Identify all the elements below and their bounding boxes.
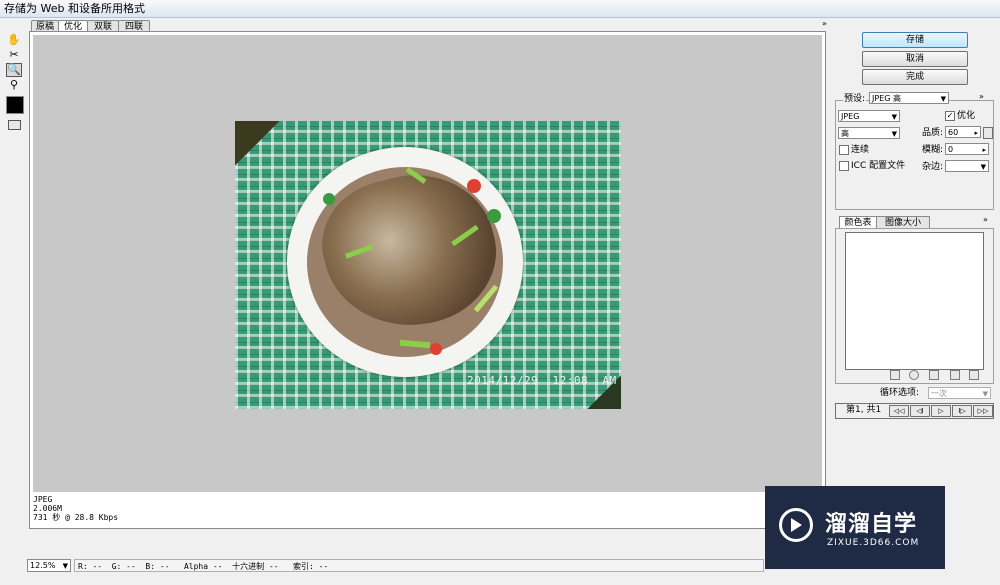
loop-options-label: 循环选项: xyxy=(880,388,920,398)
quality-input[interactable]: 60 ▸ xyxy=(945,126,981,138)
new-color-icon[interactable] xyxy=(950,370,960,380)
format-select[interactable]: JPEG ▼ xyxy=(838,110,900,122)
photo-leaf-decor xyxy=(323,193,335,205)
lock-color-icon[interactable] xyxy=(929,370,939,380)
photo-table-edge xyxy=(235,121,295,171)
matte-label: 杂边: xyxy=(922,162,944,172)
watermark-url: ZIXUE.3D66.COM xyxy=(827,538,920,548)
image-info: JPEG 2.006M 731 秒 @ 28.8 Kbps xyxy=(33,495,822,525)
chevron-down-icon: ▼ xyxy=(940,95,946,103)
preset-value: JPEG 高 xyxy=(872,94,901,103)
watermark: 溜溜自学 ZIXUE.3D66.COM xyxy=(765,486,945,569)
icc-profile-label: ICC 配置文件 xyxy=(851,161,906,171)
chevron-right-icon[interactable]: ▸ xyxy=(982,144,986,156)
frame-counter: 第1, 共1 xyxy=(846,405,882,415)
eyedropper-icon[interactable]: ⚲ xyxy=(6,78,22,92)
watermark-logo-icon xyxy=(779,508,813,542)
first-frame-button[interactable]: ◁◁ xyxy=(889,405,909,417)
prev-frame-button[interactable]: ◁I xyxy=(910,405,930,417)
matte-select[interactable]: ▼ xyxy=(945,160,989,172)
photo-tomato-decor xyxy=(467,179,481,193)
cancel-button[interactable]: 取消 xyxy=(862,51,968,67)
optimize-label: 优化 xyxy=(957,111,976,121)
chevron-down-icon: ▼ xyxy=(891,130,897,138)
optimize-checkbox-box[interactable]: ✓ xyxy=(945,110,955,121)
done-button[interactable]: 完成 xyxy=(862,69,968,85)
format-value: JPEG xyxy=(841,112,860,121)
chevron-down-icon: ▼ xyxy=(62,562,68,570)
chevron-down-icon: ▼ xyxy=(891,113,897,121)
preset-select[interactable]: JPEG 高 ▼ xyxy=(869,92,949,104)
toggle-slices-icon[interactable] xyxy=(8,120,21,130)
optimize-checkbox[interactable]: ✓ 优化 xyxy=(945,110,975,122)
chevron-right-icon[interactable]: ▸ xyxy=(974,127,978,139)
progressive-checkbox[interactable]: 连续 xyxy=(839,144,869,156)
preset-label: 预设: xyxy=(843,93,867,105)
hand-icon[interactable]: ✋ xyxy=(6,33,22,47)
photo-leaf-decor xyxy=(487,209,501,223)
photo-timestamp: 2014/12/29 12:08 AM xyxy=(467,374,617,387)
chevron-down-icon: ▼ xyxy=(980,163,986,171)
progressive-label: 连续 xyxy=(851,145,870,155)
zoom-icon[interactable]: 🔍 xyxy=(6,63,22,77)
blur-input[interactable]: 0 ▸ xyxy=(945,143,989,155)
info-file-size: 2.006M xyxy=(33,504,62,513)
last-frame-button[interactable]: ▷▷ xyxy=(973,405,993,417)
window-title: 存储为 Web 和设备所用格式 xyxy=(0,0,1000,18)
progressive-checkbox-box[interactable] xyxy=(839,144,849,155)
panel-menu-icon[interactable]: » xyxy=(979,92,984,101)
preview-image: 2014/12/29 12:08 AM xyxy=(235,121,621,409)
icc-checkbox-box[interactable] xyxy=(839,160,849,171)
blur-label: 模糊: xyxy=(922,145,944,155)
quality-level-value: 高 xyxy=(841,129,849,138)
play-glyph xyxy=(791,518,802,532)
web-shift-icon[interactable] xyxy=(909,370,919,380)
quality-level-select[interactable]: 高 ▼ xyxy=(838,127,900,139)
map-color-icon[interactable] xyxy=(890,370,900,380)
color-panel-menu-icon[interactable]: » xyxy=(983,215,988,224)
chevron-down-icon: ▼ xyxy=(982,390,988,398)
color-swatch[interactable] xyxy=(6,96,24,114)
save-button[interactable]: 存储 xyxy=(862,32,968,48)
info-download-time: 731 秒 @ 28.8 Kbps xyxy=(33,513,119,522)
info-format: JPEG xyxy=(33,495,53,504)
trash-icon[interactable] xyxy=(969,370,979,380)
blur-value: 0 xyxy=(948,145,954,154)
loop-options-value: 一次 xyxy=(931,389,947,398)
icc-profile-checkbox[interactable]: ICC 配置文件 xyxy=(839,160,905,172)
quality-value: 60 xyxy=(948,128,959,137)
loop-options-select[interactable]: 一次 ▼ xyxy=(928,387,991,399)
slice-select-icon[interactable]: ✂ xyxy=(6,48,22,62)
photo-tomato-decor xyxy=(430,343,442,355)
quality-mask-icon[interactable] xyxy=(983,127,993,139)
play-button[interactable]: ▷ xyxy=(931,405,951,417)
zoom-select[interactable]: 12.5% ▼ xyxy=(27,559,71,572)
color-table-area[interactable] xyxy=(845,232,984,370)
quality-label: 品质: xyxy=(922,128,944,138)
expand-icon[interactable]: » xyxy=(822,19,827,28)
color-readout: R: -- G: -- B: -- Alpha -- 十六进制 -- 索引: -… xyxy=(74,559,764,572)
zoom-value: 12.5% xyxy=(30,561,56,570)
next-frame-button[interactable]: I▷ xyxy=(952,405,972,417)
watermark-brand: 溜溜自学 xyxy=(825,512,918,537)
